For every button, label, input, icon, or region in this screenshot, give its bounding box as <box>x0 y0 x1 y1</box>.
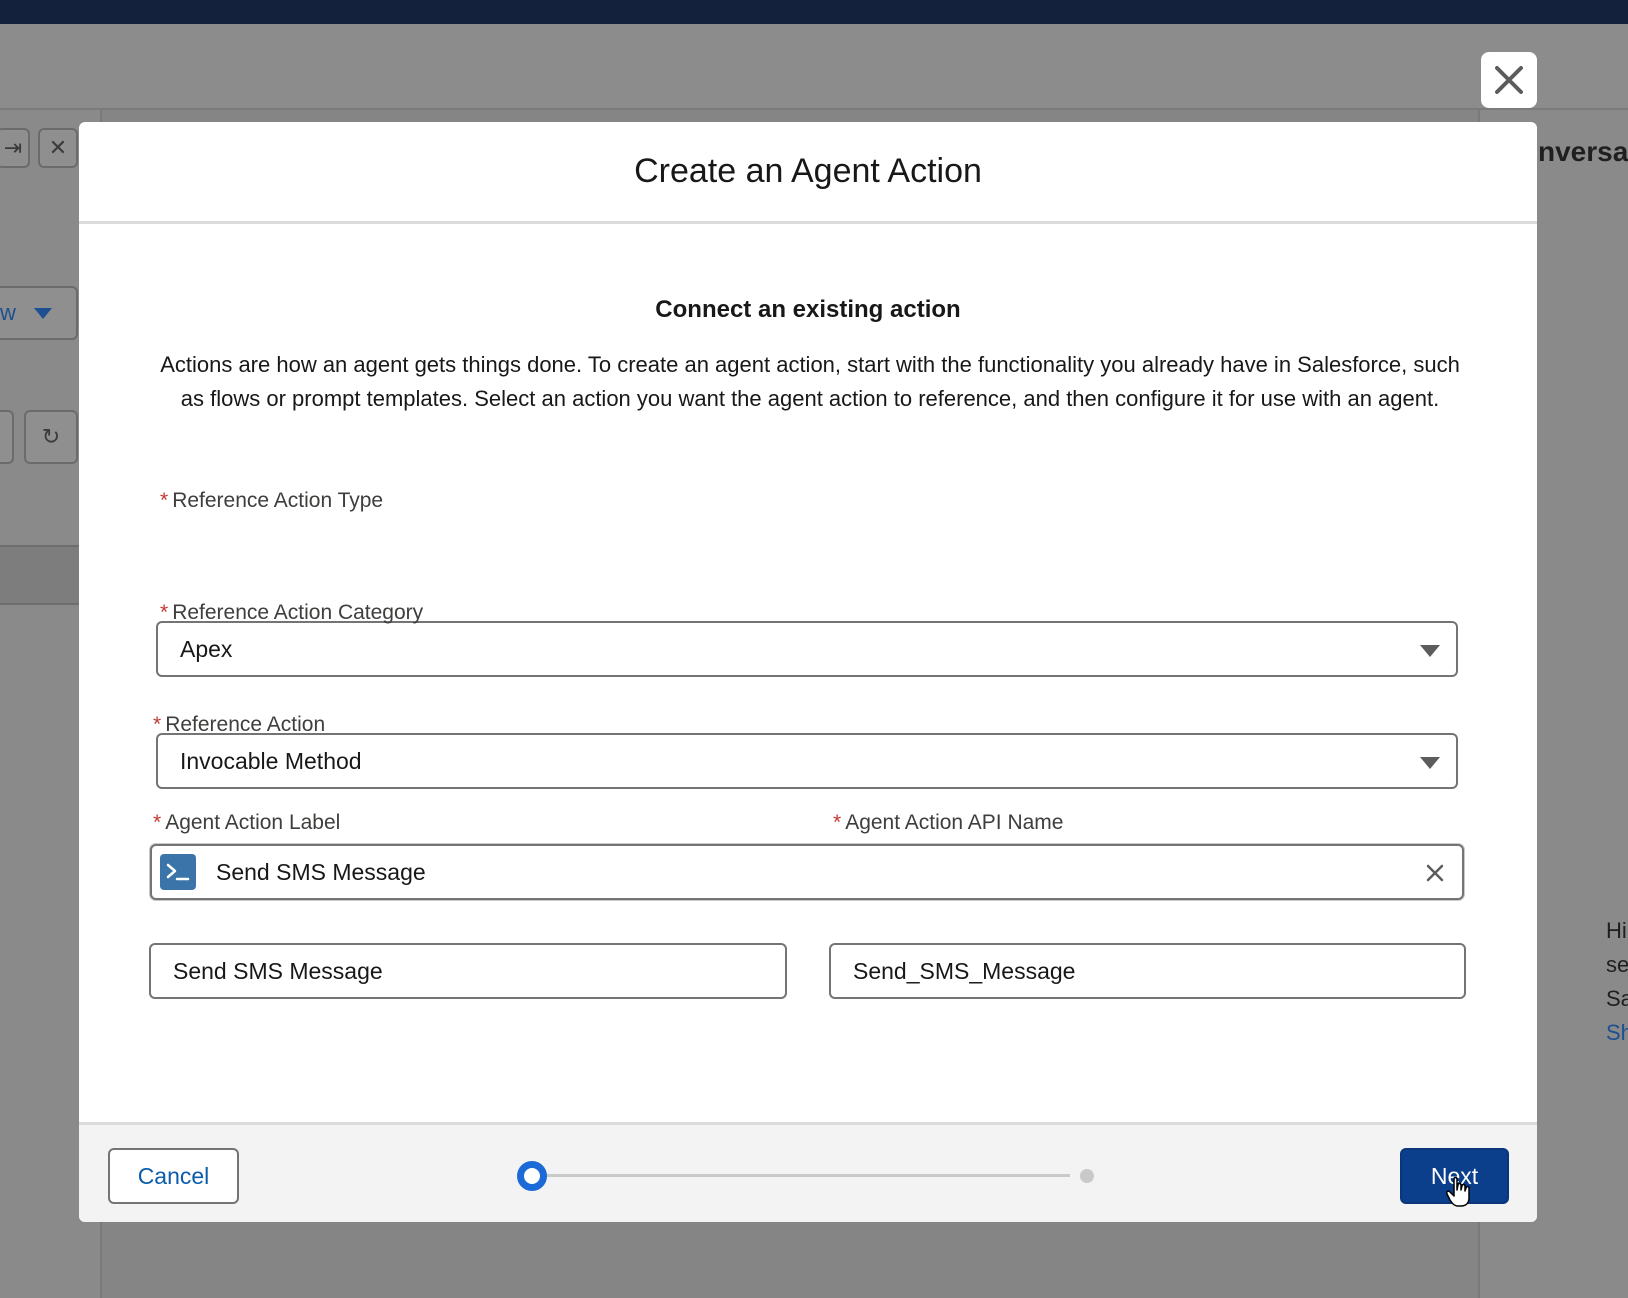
selected-value: Apex <box>180 635 233 662</box>
agent-action-api-name-label: * Agent Action API Name <box>833 811 1063 835</box>
input-value: Send SMS Message <box>173 957 383 984</box>
required-marker: * <box>153 811 162 834</box>
cancel-button[interactable]: Cancel <box>108 1148 239 1204</box>
agent-action-label-input[interactable]: Send SMS Message <box>149 943 787 999</box>
background-refresh-button: ↻ <box>24 410 78 464</box>
global-header-bar <box>0 0 1628 24</box>
required-marker: * <box>160 601 169 624</box>
reference-action-type-select[interactable]: Apex <box>156 621 1458 677</box>
close-icon: ✕ <box>48 135 68 160</box>
section-title: Connect an existing action <box>655 296 961 323</box>
modal-header: Create an Agent Action <box>79 122 1537 224</box>
chevron-down-icon <box>33 307 52 319</box>
lookup-selected-value: Send SMS Message <box>216 858 426 885</box>
selected-value: Invocable Method <box>180 747 362 774</box>
label-text: Reference Action Type <box>172 489 384 512</box>
modal-close-button[interactable] <box>1481 52 1537 108</box>
background-divider <box>0 108 1628 110</box>
close-icon <box>1495 66 1523 94</box>
background-text-line: Hi <box>1606 918 1627 943</box>
modal-footer: Cancel Next <box>79 1122 1537 1222</box>
required-marker: * <box>153 713 162 736</box>
label-text: Agent Action Label <box>165 811 341 834</box>
reference-action-label: * Reference Action <box>153 713 325 737</box>
label-text: Agent Action API Name <box>845 811 1064 834</box>
background-strip <box>0 545 80 605</box>
progress-step-upcoming <box>1080 1169 1094 1183</box>
clear-selection-icon[interactable] <box>1422 860 1448 886</box>
apex-terminal-icon <box>160 854 196 890</box>
input-value: Send_SMS_Message <box>853 957 1076 984</box>
background-close-button: ✕ <box>38 128 78 168</box>
background-heading: nversa <box>1538 136 1628 167</box>
create-agent-action-modal: Create an Agent Action Connect an existi… <box>79 122 1537 1222</box>
background-collapse-button: ⇥ <box>0 128 30 168</box>
agent-action-label-label: * Agent Action Label <box>153 811 340 835</box>
background-link: Sh <box>1606 1020 1628 1045</box>
label-text: Reference Action <box>165 713 326 736</box>
reference-action-lookup[interactable]: Send SMS Message <box>150 844 1464 900</box>
collapse-arrow-icon: ⇥ <box>3 135 23 160</box>
hand-cursor-icon <box>1446 1176 1470 1207</box>
background-text-line: se <box>1606 952 1628 977</box>
required-marker: * <box>833 811 842 834</box>
reference-action-category-select[interactable]: Invocable Method <box>156 733 1458 789</box>
modal-title: Create an Agent Action <box>634 152 982 190</box>
label-text: Reference Action Category <box>172 601 424 624</box>
agent-action-api-name-input[interactable]: Send_SMS_Message <box>829 943 1466 999</box>
section-description: Actions are how an agent gets things don… <box>160 352 1460 411</box>
chevron-down-icon <box>1420 757 1440 769</box>
background-text-line: Sa <box>1606 986 1628 1011</box>
background-dropdown-label: w <box>0 300 16 325</box>
reference-action-category-label: * Reference Action Category <box>160 601 423 625</box>
progress-track <box>530 1174 1070 1177</box>
modal-body: Connect an existing action Actions are h… <box>79 224 1537 1122</box>
background-dropdown: w <box>0 286 78 340</box>
chevron-down-icon <box>1420 645 1440 657</box>
progress-step-current <box>517 1161 547 1191</box>
refresh-icon: ↻ <box>41 424 61 449</box>
required-marker: * <box>160 489 169 512</box>
background-button-partial <box>0 410 14 464</box>
reference-action-type-label: * Reference Action Type <box>160 489 383 513</box>
